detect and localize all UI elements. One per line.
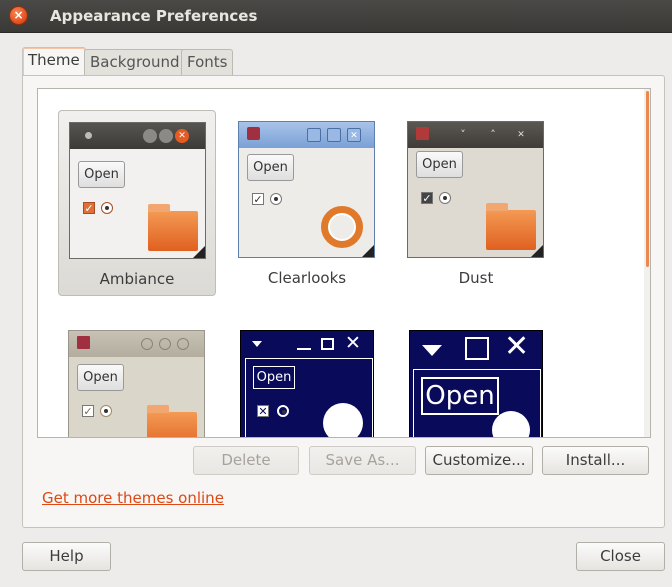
window-menu-icon [85,132,92,139]
preview-radio [439,192,451,204]
theme-preview-clearlooks: ✕ Open ✓ [238,121,375,258]
theme-gallery: ✕ Open ✓ Ambiance ✕ Open ✓ Clearlooks ˅ … [37,88,651,438]
preview-radio [101,202,113,214]
maximize-icon [159,129,173,143]
theme-preview-5: ✕ Open ✕ [240,330,374,437]
theme-name-dust: Dust [458,269,494,287]
theme-item-4[interactable]: Open ✓ [58,319,216,437]
help-button[interactable]: Help [22,542,111,571]
folder-icon [486,203,536,250]
close-icon: ✕ [347,128,361,142]
menu-arrow-icon [422,345,442,356]
gnome-foot-icon [323,403,363,437]
preview-open-button: Open [247,154,294,181]
maximize-icon [321,338,334,350]
preview-checkbox: ✓ [83,202,95,215]
minimize-icon [307,128,321,142]
tab-background[interactable]: Background [84,49,186,75]
maximize-icon [465,337,489,360]
theme-name-ambiance: Ambiance [99,270,175,288]
preview-checkbox: ✕ [257,405,269,418]
maximize-icon [327,128,341,142]
close-icon: ✕ [517,130,525,140]
theme-preview-dust: ˅ ˄ ✕ Open ✓ [407,121,544,258]
tab-fonts-label: Fonts [187,53,228,71]
theme-item-6[interactable]: ✕ Open [397,319,555,437]
folder-icon [147,405,197,437]
window-title: Appearance Preferences [50,7,258,25]
install-button[interactable]: Install... [542,446,649,475]
preview-open-button: Open [77,364,124,391]
theme-item-5[interactable]: ✕ Open ✕ [228,319,386,437]
tab-theme-label: Theme [28,51,80,69]
title-bar: × Appearance Preferences [0,0,672,33]
minimize-icon [143,129,157,143]
gallery-scroll-thumb[interactable] [646,91,649,267]
window-close-button[interactable]: × [9,6,28,25]
gallery-scrollbar[interactable] [644,89,650,437]
theme-item-dust[interactable]: ˅ ˄ ✕ Open ✓ Dust [397,110,555,296]
folder-icon [148,204,198,251]
preview-checkbox: ✓ [82,405,94,418]
close-icon: ✕ [504,330,530,364]
theme-preview-6: ✕ Open [409,330,543,437]
app-icon [77,336,90,349]
close-icon [177,338,189,350]
customize-button[interactable]: Customize... [425,446,533,475]
save-as-button[interactable]: Save As... [309,446,416,475]
preview-radio [100,405,112,417]
minimize-icon [141,338,153,350]
app-icon [247,127,260,140]
close-icon: ✕ [175,129,189,143]
preview-radio [277,405,289,417]
get-more-themes-link[interactable]: Get more themes online [42,489,224,507]
preview-checkbox: ✓ [421,192,433,205]
theme-preview-4: Open ✓ [68,330,205,437]
preview-open-button: Open [78,161,125,188]
tab-theme[interactable]: Theme [22,47,86,76]
minimize-icon: ˅ [460,128,466,141]
theme-name-clearlooks: Clearlooks [267,269,347,287]
preview-open-button: Open [253,366,295,389]
preview-open-button: Open [421,377,499,415]
tab-fonts[interactable]: Fonts [181,49,234,75]
close-icon: ✕ [345,332,361,354]
theme-item-ambiance[interactable]: ✕ Open ✓ Ambiance [58,110,216,296]
close-button[interactable]: Close [576,542,665,571]
delete-button[interactable]: Delete [193,446,299,475]
maximize-icon [159,338,171,350]
theme-item-clearlooks[interactable]: ✕ Open ✓ Clearlooks [228,110,386,296]
preview-open-button: Open [416,151,463,178]
menu-arrow-icon [252,341,262,347]
app-icon [416,127,429,140]
preview-checkbox: ✓ [252,193,264,206]
maximize-icon: ˄ [490,128,496,141]
tab-background-label: Background [90,53,180,71]
ubuntu-logo-icon [321,206,363,248]
minimize-icon [297,348,311,350]
close-icon: × [13,8,24,22]
theme-preview-ambiance: ✕ Open ✓ [69,122,206,259]
preview-radio [270,193,282,205]
